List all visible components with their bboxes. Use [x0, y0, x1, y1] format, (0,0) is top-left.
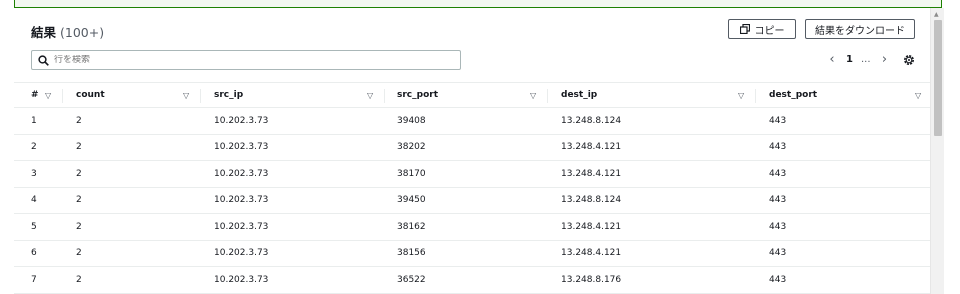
copy-button-label: コピー — [754, 25, 785, 37]
cell-dest-port: 443 — [769, 221, 787, 232]
gear-icon[interactable] — [903, 54, 915, 66]
table-row: 1 2 10.202.3.73 39408 13.248.8.124 443 — [14, 108, 934, 135]
cell-dest-port: 443 — [769, 248, 787, 259]
page-title: 結果 (100+) — [31, 22, 104, 41]
sort-triangle-icon[interactable]: ▽ — [367, 83, 373, 107]
cell-dest-port: 443 — [769, 115, 787, 126]
cell-src-port: 38162 — [397, 221, 426, 232]
scroll-up-arrow-icon[interactable]: ▲ — [934, 11, 939, 18]
download-results-button[interactable]: 結果をダウンロード — [805, 19, 915, 39]
cell-dest-ip: 13.248.8.124 — [561, 195, 622, 206]
cell-src-ip: 10.202.3.73 — [214, 142, 269, 153]
col-header-count[interactable]: count — [76, 83, 105, 107]
copy-button[interactable]: コピー — [728, 19, 796, 39]
cell-index: 6 — [31, 248, 37, 259]
cell-dest-port: 443 — [769, 142, 787, 153]
cell-src-ip: 10.202.3.73 — [214, 221, 269, 232]
col-header-src-port[interactable]: src_port — [397, 83, 438, 107]
cell-dest-ip: 13.248.4.121 — [561, 142, 622, 153]
cell-index: 3 — [31, 168, 37, 179]
results-title: 結果 — [31, 25, 57, 40]
col-header-dest-port[interactable]: dest_port — [769, 83, 817, 107]
results-table: # ▽ count ▽ src_ip ▽ src_port ▽ dest_ip … — [14, 82, 934, 294]
column-resizer[interactable] — [755, 89, 756, 103]
cell-dest-ip: 13.248.4.121 — [561, 168, 622, 179]
sort-triangle-icon[interactable]: ▽ — [915, 83, 921, 107]
cell-count: 2 — [76, 274, 82, 285]
cell-dest-port: 443 — [769, 195, 787, 206]
cell-count: 2 — [76, 168, 82, 179]
cell-src-ip: 10.202.3.73 — [214, 115, 269, 126]
column-resizer[interactable] — [62, 89, 63, 103]
cell-src-ip: 10.202.3.73 — [214, 248, 269, 259]
search-input[interactable] — [54, 55, 434, 65]
next-page-button[interactable]: › — [879, 52, 891, 67]
scrollbar-thumb[interactable] — [934, 20, 942, 136]
cell-index: 2 — [31, 142, 37, 153]
cell-src-ip: 10.202.3.73 — [214, 274, 269, 285]
column-resizer[interactable] — [547, 89, 548, 103]
success-alert-edge — [14, 0, 942, 8]
cell-src-ip: 10.202.3.73 — [214, 195, 269, 206]
cell-dest-ip: 13.248.8.124 — [561, 115, 622, 126]
cell-count: 2 — [76, 221, 82, 232]
cell-dest-ip: 13.248.4.121 — [561, 248, 622, 259]
row-search[interactable] — [31, 50, 461, 70]
download-button-label: 結果をダウンロード — [815, 25, 905, 37]
cell-count: 2 — [76, 115, 82, 126]
copy-icon — [739, 24, 750, 34]
cell-index: 4 — [31, 195, 37, 206]
cell-src-port: 39450 — [397, 195, 426, 206]
cell-count: 2 — [76, 248, 82, 259]
col-header-index[interactable]: # — [31, 83, 39, 107]
cell-index: 7 — [31, 274, 37, 285]
vertical-scrollbar[interactable]: ▲ — [930, 8, 944, 294]
col-header-dest-ip[interactable]: dest_ip — [561, 83, 597, 107]
table-row: 4 2 10.202.3.73 39450 13.248.8.124 443 — [14, 188, 934, 214]
results-count: (100+) — [60, 25, 105, 40]
cell-count: 2 — [76, 142, 82, 153]
table-header-row: # ▽ count ▽ src_ip ▽ src_port ▽ dest_ip … — [14, 82, 934, 108]
cell-dest-port: 443 — [769, 274, 787, 285]
cell-src-port: 38156 — [397, 248, 426, 259]
cell-src-port: 36522 — [397, 274, 426, 285]
sort-triangle-icon[interactable]: ▽ — [738, 83, 744, 107]
table-row: 6 2 10.202.3.73 38156 13.248.4.121 443 — [14, 241, 934, 267]
pagination: ‹ 1 ... › — [826, 52, 891, 67]
table-row: 7 2 10.202.3.73 36522 13.248.8.176 443 — [14, 267, 934, 294]
pagination-ellipsis: ... — [860, 53, 871, 65]
col-header-src-ip[interactable]: src_ip — [214, 83, 243, 107]
table-row: 3 2 10.202.3.73 38170 13.248.4.121 443 — [14, 161, 934, 188]
table-row: 2 2 10.202.3.73 38202 13.248.4.121 443 — [14, 135, 934, 161]
sort-triangle-icon[interactable]: ▽ — [530, 83, 536, 107]
cell-dest-port: 443 — [769, 168, 787, 179]
cell-dest-ip: 13.248.4.121 — [561, 221, 622, 232]
cell-src-port: 38202 — [397, 142, 426, 153]
cell-src-port: 38170 — [397, 168, 426, 179]
cell-src-ip: 10.202.3.73 — [214, 168, 269, 179]
cell-src-port: 39408 — [397, 115, 426, 126]
sort-triangle-icon[interactable]: ▽ — [45, 83, 51, 107]
cell-index: 5 — [31, 221, 37, 232]
current-page[interactable]: 1 — [846, 54, 853, 65]
cell-dest-ip: 13.248.8.176 — [561, 274, 622, 285]
cell-index: 1 — [31, 115, 37, 126]
sort-triangle-icon[interactable]: ▽ — [183, 83, 189, 107]
table-row: 5 2 10.202.3.73 38162 13.248.4.121 443 — [14, 214, 934, 241]
prev-page-button[interactable]: ‹ — [826, 52, 838, 67]
cell-count: 2 — [76, 195, 82, 206]
search-icon — [38, 54, 49, 66]
column-resizer[interactable] — [200, 89, 201, 103]
column-resizer[interactable] — [384, 89, 385, 103]
results-panel: 結果 (100+) コピー 結果をダウンロード ‹ 1 ... › # ▽ — [14, 8, 934, 294]
